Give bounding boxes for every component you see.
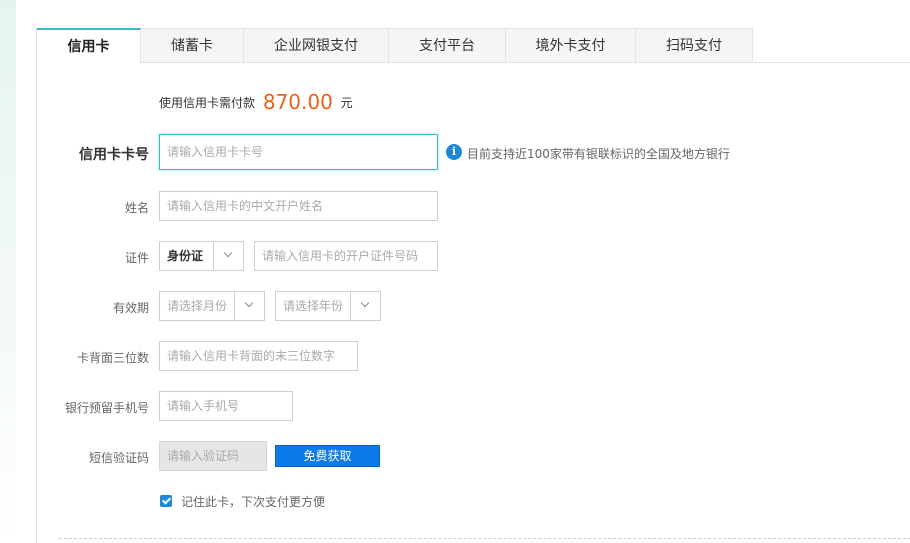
tab-credit-card[interactable]: 信用卡 bbox=[37, 28, 141, 63]
cvv-label: 卡背面三位数 bbox=[76, 351, 149, 365]
tab-payment-platform[interactable]: 支付平台 bbox=[389, 28, 506, 62]
payment-panel: 信用卡 储蓄卡 企业网银支付 支付平台 境外卡支付 扫码支付 使用信用卡需付款 … bbox=[36, 28, 910, 543]
card-number-label: 信用卡卡号 bbox=[79, 147, 149, 163]
expiry-label: 有效期 bbox=[112, 301, 149, 315]
remember-card-label: 记住此卡，下次支付更方便 bbox=[181, 495, 326, 509]
sms-code-label: 短信验证码 bbox=[88, 451, 149, 465]
phone-input[interactable] bbox=[159, 391, 293, 421]
chevron-down-icon bbox=[234, 292, 264, 320]
expiry-year-select[interactable]: 请选择年份 bbox=[275, 291, 381, 321]
amount-prefix: 使用信用卡需付款 bbox=[159, 96, 256, 110]
id-type-value: 身份证 bbox=[167, 249, 204, 263]
amount-unit: 元 bbox=[340, 96, 353, 110]
supported-banks-note: 目前支持近100家带有银联标识的全国及地方银行 bbox=[467, 147, 730, 161]
tab-enterprise-banking[interactable]: 企业网银支付 bbox=[244, 28, 389, 62]
tab-qr-pay[interactable]: 扫码支付 bbox=[636, 28, 753, 62]
id-label: 证件 bbox=[124, 251, 149, 265]
info-icon: i bbox=[446, 144, 462, 160]
card-number-input[interactable] bbox=[159, 134, 438, 170]
name-label: 姓名 bbox=[124, 201, 149, 215]
expiry-year-placeholder: 请选择年份 bbox=[283, 299, 344, 313]
tab-overseas-card[interactable]: 境外卡支付 bbox=[506, 28, 636, 62]
payment-amount: 870.00 bbox=[262, 90, 333, 114]
tab-debit-card[interactable]: 储蓄卡 bbox=[141, 28, 244, 62]
get-sms-code-button[interactable]: 免费获取 bbox=[275, 445, 380, 467]
left-edge-decoration bbox=[0, 0, 16, 543]
sms-code-input[interactable] bbox=[159, 441, 267, 471]
expiry-month-placeholder: 请选择月份 bbox=[167, 299, 228, 313]
payment-method-tabs: 信用卡 储蓄卡 企业网银支付 支付平台 境外卡支付 扫码支付 bbox=[37, 28, 910, 63]
dashed-divider bbox=[59, 538, 910, 539]
id-type-select[interactable]: 身份证 bbox=[159, 241, 244, 271]
id-number-input[interactable] bbox=[254, 241, 438, 271]
cvv-input[interactable] bbox=[159, 341, 358, 371]
remember-card-checkbox[interactable] bbox=[160, 495, 172, 507]
payment-amount-line: 使用信用卡需付款 870.00 元 bbox=[159, 90, 353, 114]
phone-label: 银行预留手机号 bbox=[64, 401, 149, 415]
chevron-down-icon bbox=[350, 292, 380, 320]
chevron-down-icon bbox=[213, 242, 243, 270]
expiry-month-select[interactable]: 请选择月份 bbox=[159, 291, 265, 321]
cardholder-name-input[interactable] bbox=[159, 191, 438, 221]
